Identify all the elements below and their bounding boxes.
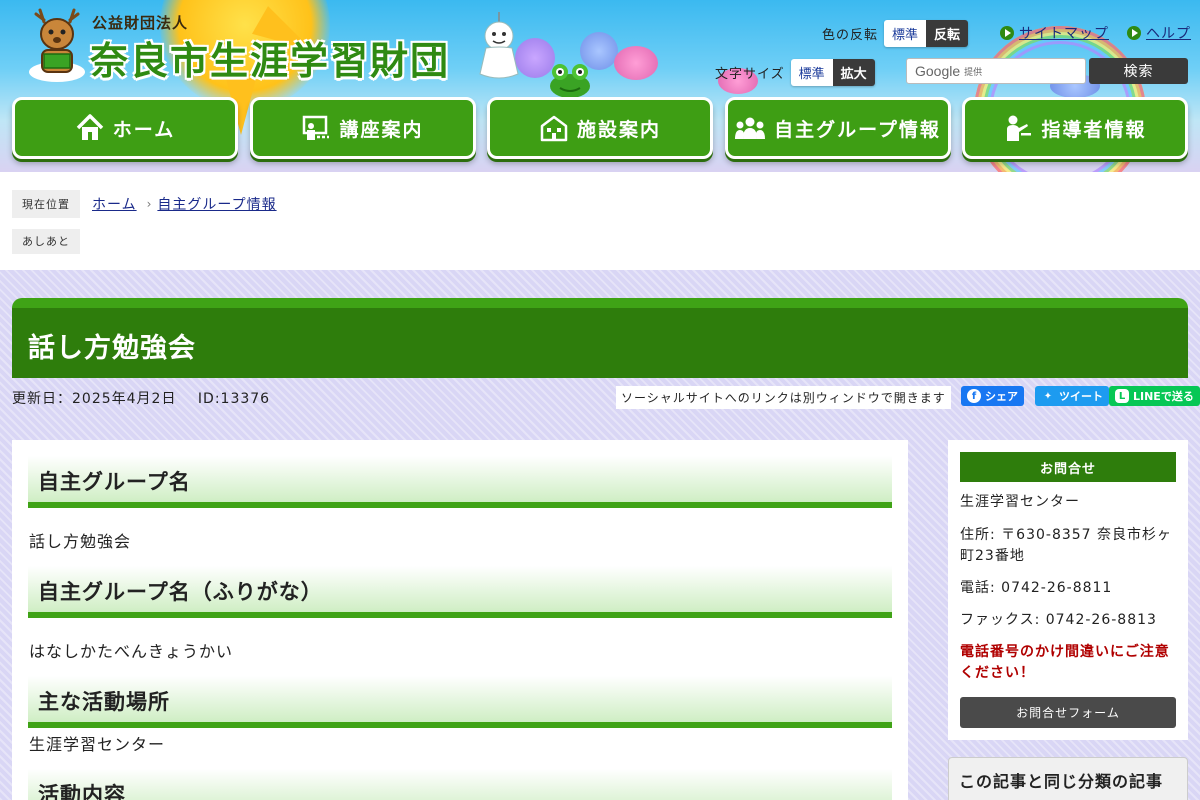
contact-address: 住所: 〒630-8357 奈良市杉ヶ町23番地 [960, 527, 1173, 564]
hydrangea-decoration [614, 46, 658, 80]
section-text: 生涯学習センター [29, 735, 166, 754]
page-meta: 更新日：2025年4月2日 ID:13376 [12, 388, 286, 408]
play-bullet-icon [1127, 26, 1141, 40]
contact-heading: お問合せ [960, 452, 1176, 482]
facility-icon [540, 115, 568, 142]
site-logo-text[interactable]: 奈良市生涯学習財団 [90, 30, 450, 85]
facebook-icon: f [967, 389, 981, 403]
teru-teru-bozu-icon [479, 12, 519, 79]
text-large-button[interactable]: 拡大 [832, 59, 875, 86]
site-header: 公益財団法人 奈良市生涯学習財団 色の反転 標準 反転 サイトマップ ヘルプ 文… [0, 0, 1200, 172]
search-input[interactable]: Google 提供 [906, 58, 1086, 84]
related-articles-heading: この記事と同じ分類の記事 [959, 772, 1164, 791]
twitter-share-label: ツイート [1059, 390, 1103, 403]
search-button[interactable]: 検索 [1089, 58, 1188, 84]
nav-groups[interactable]: 自主グループ情報 [724, 97, 951, 159]
section-heading: 主な活動場所 [28, 676, 892, 728]
global-nav: ホーム 講座案内 施設案内 自主グループ情報 指導者情報 [12, 97, 1188, 159]
footprint-label: あしあと [12, 229, 80, 254]
nav-instructors-label: 指導者情報 [1041, 118, 1147, 141]
contact-fax: ファックス: 0742-26-8813 [960, 612, 1157, 628]
facebook-share-label: シェア [985, 390, 1018, 403]
section-heading: 自主グループ名（ふりがな） [28, 566, 892, 618]
section-heading-text: 主な活動場所 [38, 690, 170, 714]
sitemap-link-label: サイトマップ [1019, 26, 1109, 42]
section-text: 話し方勉強会 [29, 532, 132, 551]
main-content: 自主グループ名 話し方勉強会 自主グループ名（ふりがな） はなしかたべんきょうか… [12, 440, 908, 800]
deer-mascot-icon [29, 8, 85, 82]
page-id: ID:13376 [197, 391, 271, 407]
color-inverted-button[interactable]: 反転 [926, 20, 969, 47]
lecture-icon [303, 115, 330, 140]
sitemap-link[interactable]: サイトマップ [1000, 23, 1109, 43]
color-normal-button[interactable]: 標準 [884, 20, 927, 47]
nav-facilities[interactable]: 施設案内 [487, 97, 713, 159]
line-share-button[interactable]: L LINEで送る [1109, 386, 1200, 406]
text-size-label: 文字サイズ [715, 67, 785, 82]
breadcrumb-home-link[interactable]: ホーム [92, 194, 137, 214]
google-logo: Google [915, 63, 961, 79]
related-articles-card: この記事と同じ分類の記事 [948, 757, 1188, 800]
nav-home-label: ホーム [112, 118, 176, 141]
twitter-share-button[interactable]: ✦ ツイート [1035, 386, 1109, 406]
twitter-bird-icon: ✦ [1043, 390, 1053, 402]
social-note: ソーシャルサイトへのリンクは別ウィンドウで開きます [616, 386, 951, 409]
line-icon: L [1115, 389, 1129, 403]
nav-facilities-label: 施設案内 [576, 118, 661, 141]
home-icon [76, 114, 104, 140]
search-provider-label: 提供 [964, 67, 983, 78]
group-icon [735, 117, 766, 139]
page-title-bar: 話し方勉強会 [12, 298, 1188, 378]
current-location-label: 現在位置 [12, 190, 80, 218]
color-invert-label: 色の反転 [822, 28, 879, 43]
footprint-row: あしあと [12, 229, 80, 254]
contact-form-button[interactable]: お問合せフォーム [960, 697, 1176, 728]
section-text: はなしかたべんきょうかい [29, 642, 234, 661]
page-title: 話し方勉強会 [28, 333, 196, 364]
breadcrumb: 現在位置 ホーム › 自主グループ情報 [12, 190, 277, 218]
breadcrumb-groups-link[interactable]: 自主グループ情報 [157, 194, 276, 214]
nav-instructors[interactable]: 指導者情報 [962, 97, 1188, 159]
frog-icon [550, 64, 590, 98]
facebook-share-button[interactable]: f シェア [961, 386, 1024, 406]
utility-links: サイトマップ ヘルプ [982, 23, 1191, 43]
contact-card: お問合せ 生涯学習センター 住所: 〒630-8357 奈良市杉ヶ町23番地 電… [948, 440, 1188, 740]
section-heading: 活動内容 [28, 769, 892, 800]
text-size-control: 文字サイズ 標準 拡大 [715, 59, 875, 86]
nav-lectures-label: 講座案内 [339, 118, 424, 141]
nav-lectures[interactable]: 講座案内 [249, 97, 476, 159]
color-invert-toggle: 標準 反転 [884, 20, 969, 47]
color-invert-control: 色の反転 標準 反転 [822, 20, 969, 47]
text-size-toggle: 標準 拡大 [790, 59, 875, 86]
phone-warning: 電話番号のかけ間違いにご注意ください！ [960, 644, 1170, 681]
play-bullet-icon [1000, 26, 1014, 40]
contact-name: 生涯学習センター [960, 494, 1080, 510]
instructor-icon [1007, 115, 1032, 141]
section-heading: 自主グループ名 [28, 456, 892, 508]
updated-date: 更新日：2025年4月2日 [12, 391, 177, 407]
help-link-label: ヘルプ [1146, 26, 1191, 42]
nav-home[interactable]: ホーム [12, 97, 238, 159]
section-heading-text: 自主グループ名 [38, 470, 191, 494]
section-heading-text: 自主グループ名（ふりがな） [38, 580, 323, 604]
section-heading-text: 活動内容 [38, 783, 126, 800]
chevron-right-icon: › [146, 197, 152, 211]
help-link[interactable]: ヘルプ [1127, 23, 1191, 43]
contact-phone: 電話: 0742-26-8811 [960, 580, 1113, 596]
nav-groups-label: 自主グループ情報 [774, 118, 941, 141]
line-share-label: LINEで送る [1133, 390, 1194, 403]
text-normal-button[interactable]: 標準 [790, 59, 833, 86]
